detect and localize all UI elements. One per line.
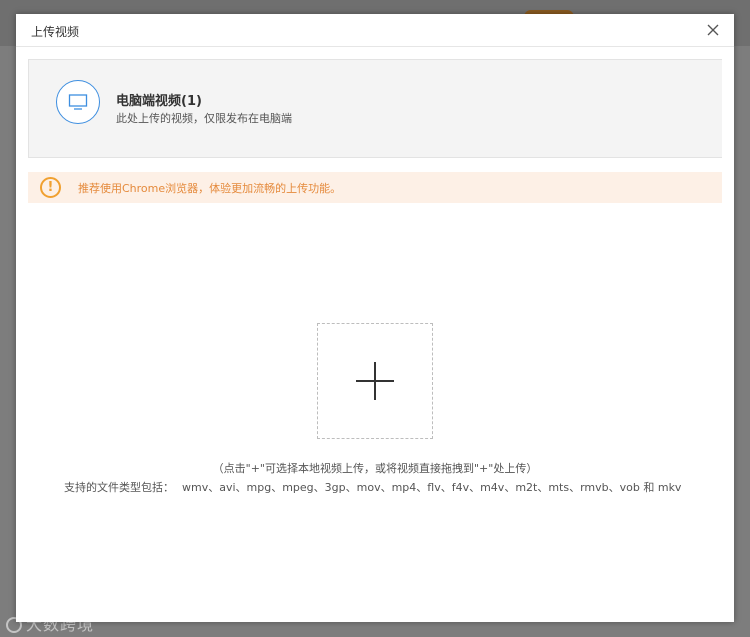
close-icon[interactable] bbox=[705, 22, 721, 38]
plus-icon bbox=[356, 362, 394, 400]
upload-dropzone[interactable] bbox=[317, 323, 433, 439]
monitor-icon bbox=[56, 80, 100, 124]
source-option-desktop[interactable]: 电脑端视频(1) 此处上传的视频，仅限发布在电脑端 bbox=[28, 59, 722, 158]
notice-text: 推荐使用Chrome浏览器，体验更加流畅的上传功能。 bbox=[78, 182, 342, 195]
formats-label: 支持的文件类型包括： bbox=[64, 481, 174, 494]
upload-hint: （点击"+"可选择本地视频上传，或将视频直接拖拽到"+"处上传） bbox=[212, 462, 538, 475]
dialog-header: 上传视频 bbox=[16, 14, 734, 47]
formats-list: wmv、avi、mpg、mpeg、3gp、mov、mp4、flv、f4v、m4v… bbox=[182, 481, 682, 494]
source-description: 此处上传的视频，仅限发布在电脑端 bbox=[116, 112, 292, 125]
dialog-title: 上传视频 bbox=[31, 25, 80, 39]
supported-formats: 支持的文件类型包括： wmv、avi、mpg、mpeg、3gp、mov、mp4、f… bbox=[64, 479, 681, 495]
upload-video-dialog: 上传视频 电脑端视频(1) 此处上传的视频，仅限发布在电脑端 ! 推荐使用Chr… bbox=[16, 14, 734, 622]
source-title: 电脑端视频(1) bbox=[116, 94, 202, 109]
warning-icon: ! bbox=[40, 177, 61, 198]
browser-notice: ! 推荐使用Chrome浏览器，体验更加流畅的上传功能。 bbox=[28, 172, 722, 203]
